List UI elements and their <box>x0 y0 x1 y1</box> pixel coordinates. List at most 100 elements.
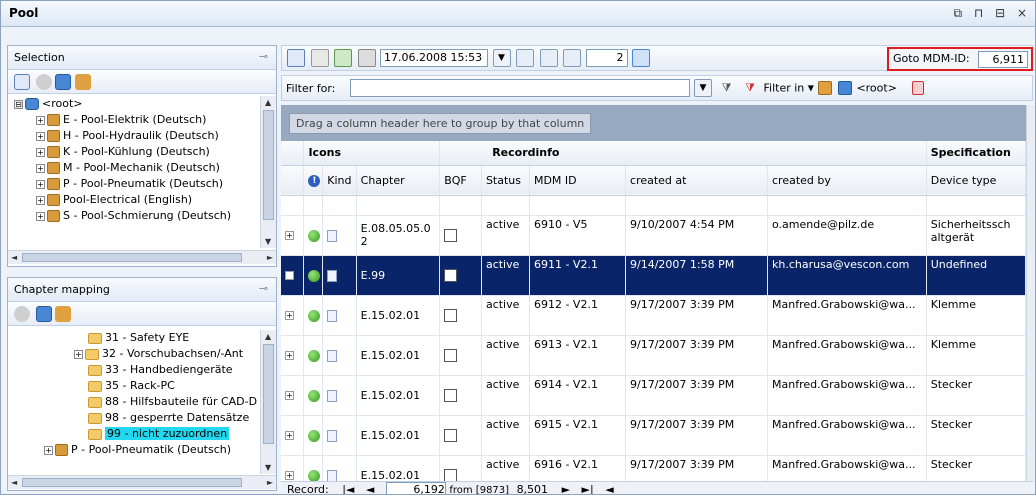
pin-icon[interactable]: ⊸ <box>259 50 268 63</box>
bqf-checkbox[interactable] <box>444 388 458 402</box>
funnel-icon[interactable]: ⧩ <box>718 79 736 97</box>
chapter-item[interactable]: +32 - Vorschubachsen/-Ant <box>74 346 243 362</box>
expand-row-icon[interactable]: + <box>285 471 294 480</box>
window-controls[interactable]: ⧉ ⊓ ⊟ × <box>954 6 1031 21</box>
expand-icon[interactable]: ⊟ <box>14 99 23 109</box>
bqf-checkbox[interactable] <box>444 468 458 481</box>
band-specification[interactable]: Specification <box>926 141 1026 166</box>
selection-vscroll[interactable]: ▲ ▼ <box>260 96 276 248</box>
edit-icon[interactable] <box>287 49 305 67</box>
table-row[interactable]: + E.15.02.01 active 6915 - V2.1 9/17/2007 3:… <box>281 415 1026 456</box>
expand-row-icon[interactable]: + <box>285 311 294 320</box>
col-mdm-id[interactable]: MDM ID <box>529 165 627 196</box>
tree-item[interactable]: + E - Pool-Elektrik (Deutsch) <box>36 112 206 128</box>
check-icon[interactable] <box>35 74 52 90</box>
structure-icon-3[interactable] <box>563 49 581 67</box>
bqf-checkbox[interactable] <box>444 348 458 362</box>
expand-icon[interactable]: + <box>36 179 45 189</box>
chapter-item[interactable]: 98 - gesperrte Datensätze <box>88 410 249 426</box>
chapter-vscroll[interactable]: ▲ ▼ <box>260 330 276 474</box>
expand-row-icon[interactable]: + <box>285 431 294 440</box>
tree-item[interactable]: + M - Pool-Mechanik (Deutsch) <box>36 160 220 176</box>
chart-icon[interactable] <box>632 49 650 67</box>
check-icon[interactable] <box>14 306 30 322</box>
dropdown-icon[interactable]: ▼ <box>694 79 712 97</box>
scope-icon[interactable] <box>818 81 833 95</box>
database-icon[interactable] <box>35 306 52 322</box>
filter-in-label[interactable]: Filter in <box>764 82 805 95</box>
col-info[interactable]: ! <box>303 165 324 196</box>
selection-hscroll[interactable]: ◄ ► <box>8 250 276 264</box>
next-record-button[interactable]: ► <box>562 483 570 494</box>
bqf-checkbox[interactable] <box>444 268 458 282</box>
scroll-left-button[interactable]: ◄ <box>605 483 613 494</box>
chapter-item[interactable]: 88 - Hilfsbauteile für CAD-D <box>88 394 257 410</box>
table-row[interactable]: + E.15.02.01 active 6916 - V2.1 9/17/2007 3:… <box>281 455 1026 481</box>
col-created-at[interactable]: created at <box>625 165 768 196</box>
col-kind[interactable]: Kind <box>322 165 357 196</box>
band-icons[interactable]: Icons <box>303 141 441 166</box>
tree-item[interactable]: + K - Pool-Kühlung (Deutsch) <box>36 144 210 160</box>
filter-row[interactable] <box>281 195 1026 216</box>
pin-icon[interactable]: ⊸ <box>259 282 268 295</box>
bqf-checkbox[interactable] <box>444 308 458 322</box>
dropdown-icon[interactable]: ▼ <box>492 49 511 67</box>
col-chapter[interactable]: Chapter <box>356 165 441 196</box>
tree-item[interactable]: + H - Pool-Hydraulik (Deutsch) <box>36 128 219 144</box>
structure-icon-1[interactable] <box>516 49 534 67</box>
expand-icon[interactable]: + <box>36 195 45 205</box>
add-record-icon[interactable] <box>334 49 352 67</box>
chevron-down-icon[interactable]: ▼ <box>808 84 814 93</box>
clear-filter-icon[interactable]: ⧩ <box>741 79 759 97</box>
database-icon[interactable] <box>55 74 71 90</box>
expand-icon[interactable]: + <box>36 163 45 173</box>
root-label[interactable]: <root> <box>856 82 897 95</box>
expand-icon[interactable]: + <box>36 147 45 157</box>
datetime-field[interactable]: 17.06.2008 15:53 <box>380 49 488 67</box>
tree-item[interactable]: + Pool-Electrical (English) <box>36 192 192 208</box>
col-status[interactable]: Status <box>481 165 530 196</box>
expand-icon[interactable]: + <box>74 349 83 359</box>
filter-input[interactable] <box>349 79 690 97</box>
check-doc-icon[interactable] <box>310 49 329 67</box>
structure-icon-2[interactable] <box>539 49 558 67</box>
expand-row-icon[interactable]: + <box>285 391 294 400</box>
report-icon[interactable] <box>912 81 925 95</box>
cube-icon[interactable] <box>55 306 71 322</box>
col-device-type[interactable]: Device type <box>926 165 1026 196</box>
expand-row-icon[interactable]: + <box>285 271 294 280</box>
tree-item[interactable]: ⊟ <root> <box>14 96 83 112</box>
chapter-item[interactable]: + P - Pool-Pneumatik (Deutsch) <box>44 442 231 458</box>
chapter-item[interactable]: 33 - Handbediengeräte <box>88 362 233 378</box>
expand-row-icon[interactable]: + <box>285 231 294 240</box>
table-row[interactable]: + E.99 active 6911 - V2.1 9/14/2007 1:58 PM k… <box>281 255 1026 296</box>
expand-icon[interactable]: + <box>36 211 45 221</box>
cube-icon[interactable] <box>74 74 91 90</box>
expand-icon[interactable]: + <box>36 131 45 141</box>
database-icon[interactable] <box>837 81 852 95</box>
tree-item[interactable]: + P - Pool-Pneumatik (Deutsch) <box>36 176 223 192</box>
edit-icon[interactable] <box>14 74 30 90</box>
bqf-checkbox[interactable] <box>444 228 458 242</box>
expand-icon[interactable]: + <box>44 445 53 455</box>
chapter-item[interactable]: 35 - Rack-PC <box>88 378 175 394</box>
expand-icon[interactable]: + <box>36 115 45 125</box>
first-record-button[interactable]: |◄ <box>342 483 354 494</box>
col-bqf[interactable]: BQF <box>439 165 482 196</box>
table-row[interactable]: + E.08.05.05.0 2 active 6910 - V5 9/10/2007 … <box>281 215 1026 256</box>
chapter-hscroll[interactable]: ◄ ► <box>8 475 276 489</box>
expand-row-icon[interactable]: + <box>285 351 294 360</box>
prev-record-button[interactable]: ◄ <box>366 483 374 494</box>
chapter-item[interactable]: 99 - nicht zuzuordnen <box>88 426 230 442</box>
bqf-checkbox[interactable] <box>444 428 458 442</box>
print-icon[interactable] <box>357 49 376 67</box>
last-record-button[interactable]: ►| <box>582 483 594 494</box>
goto-mdm-input[interactable]: 6,911 <box>978 51 1028 68</box>
table-row[interactable]: + E.15.02.01 active 6912 - V2.1 9/17/2007 3:… <box>281 295 1026 336</box>
chapter-item[interactable]: 31 - Safety EYE <box>88 330 189 346</box>
table-row[interactable]: + E.15.02.01 active 6913 - V2.1 9/17/2007 3:… <box>281 335 1026 376</box>
grid-vscroll[interactable] <box>1026 105 1035 481</box>
band-recordinfo[interactable]: Recordinfo <box>439 141 927 166</box>
col-created-by[interactable]: created by <box>767 165 927 196</box>
count-field[interactable]: 2 <box>585 49 628 67</box>
